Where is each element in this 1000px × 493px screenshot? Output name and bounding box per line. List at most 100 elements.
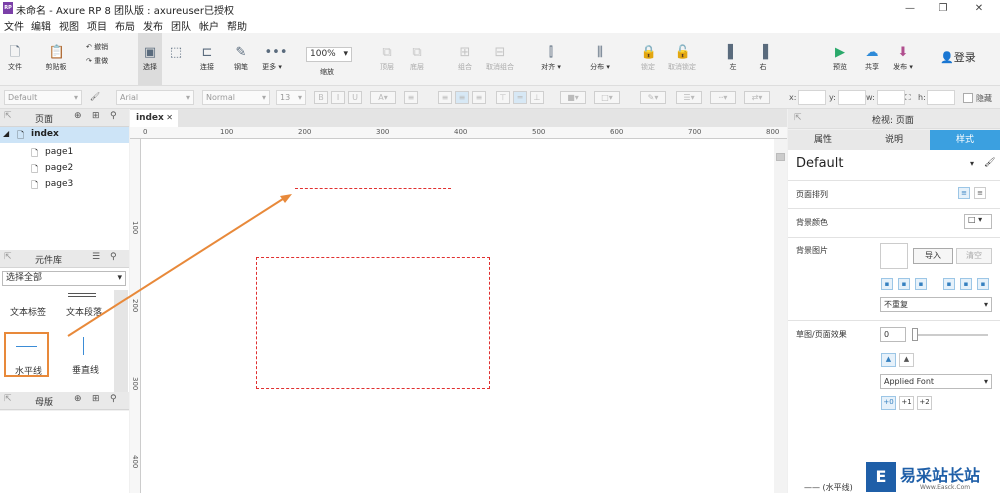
color-mode-icon[interactable]: ▲: [881, 353, 896, 367]
search-icon[interactable]: ⚲: [110, 111, 117, 121]
underline-button[interactable]: U: [348, 91, 362, 104]
bottom-layer-button[interactable]: ⧉ 底层: [404, 33, 430, 85]
line-width-button[interactable]: ☰▾: [676, 91, 702, 104]
collapse-icon[interactable]: ⇱: [4, 252, 12, 262]
tab-style[interactable]: 样式: [930, 130, 1000, 150]
page-item[interactable]: 🗋 page2: [0, 160, 129, 176]
valign-bottom-button[interactable]: ⊥: [530, 91, 544, 104]
ungroup-button[interactable]: ⊟ 取消组合: [480, 33, 520, 85]
design-canvas[interactable]: [141, 139, 774, 493]
search-icon[interactable]: ⚲: [110, 394, 117, 404]
add-folder-icon[interactable]: ⊞: [92, 394, 100, 404]
font-step-0-button[interactable]: +0: [881, 396, 896, 410]
select-button[interactable]: ▣ 选择: [138, 33, 162, 85]
page-item-index[interactable]: ◢ 🗋 index: [0, 127, 129, 143]
restore-button[interactable]: ❐: [928, 1, 958, 16]
clear-button[interactable]: 清空: [956, 248, 992, 264]
bg-valign-middle-icon[interactable]: ▪: [960, 278, 972, 290]
add-master-icon[interactable]: ⊕: [74, 394, 82, 404]
horizontal-line-shape[interactable]: [295, 188, 451, 189]
x-input[interactable]: [798, 90, 826, 105]
font-color-button[interactable]: A▾: [370, 91, 396, 104]
line-style-button[interactable]: ┄▾: [710, 91, 736, 104]
undo-button[interactable]: ↶ 撤销: [86, 42, 108, 52]
widgets-scrollbar[interactable]: [114, 290, 128, 392]
menu-project[interactable]: 项目: [87, 18, 107, 33]
menu-edit[interactable]: 编辑: [31, 18, 51, 33]
menu-publish[interactable]: 发布: [143, 18, 163, 33]
widget-text-label[interactable]: 文本标签: [10, 305, 46, 318]
menu-file[interactable]: 文件: [4, 18, 24, 33]
font-step-2-button[interactable]: +2: [917, 396, 932, 410]
widget-horizontal-line[interactable]: 水平线: [4, 332, 49, 377]
share-button[interactable]: ☁ 共享: [860, 33, 884, 85]
align-center-button[interactable]: ≡: [455, 91, 469, 104]
bg-valign-top-icon[interactable]: ▪: [943, 278, 955, 290]
menu-icon[interactable]: ☰: [92, 252, 100, 262]
menu-help[interactable]: 帮助: [227, 18, 247, 33]
menu-team[interactable]: 团队: [171, 18, 191, 33]
scroll-thumb[interactable]: [776, 153, 785, 161]
tab-notes[interactable]: 说明: [859, 130, 929, 150]
pen-button[interactable]: ✎ 钢笔: [228, 33, 254, 85]
more-button[interactable]: ••• 更多 ▾: [258, 33, 287, 85]
shadow-button[interactable]: □▾: [594, 91, 620, 104]
file-button[interactable]: 🗋 文件: [4, 33, 26, 85]
font-step-1-button[interactable]: +1: [899, 396, 914, 410]
bold-button[interactable]: B: [314, 91, 328, 104]
group-button[interactable]: ⊞ 组合: [452, 33, 478, 85]
minimize-button[interactable]: —: [895, 1, 925, 16]
collapse-icon[interactable]: ⇱: [4, 111, 12, 121]
align-button[interactable]: ⫿ 对齐 ▾: [538, 33, 564, 85]
collapse-icon[interactable]: ⇱: [794, 113, 802, 123]
bg-valign-bottom-icon[interactable]: ▪: [977, 278, 989, 290]
unlock-button[interactable]: 🔓 取消锁定: [664, 33, 700, 85]
menu-account[interactable]: 帐户: [199, 18, 219, 33]
style-edit-icon[interactable]: 🖌: [984, 158, 995, 168]
search-icon[interactable]: ⚲: [110, 252, 117, 262]
rectangle-shape[interactable]: [256, 257, 490, 389]
tab-properties[interactable]: 属性: [788, 130, 858, 150]
tab-index[interactable]: index ✕: [130, 110, 178, 127]
font-size-select[interactable]: 13: [276, 90, 306, 105]
sketch-input[interactable]: 0: [880, 327, 906, 342]
chevron-down-icon[interactable]: ▾: [970, 159, 974, 168]
font-select[interactable]: Arial: [116, 90, 194, 105]
preview-button[interactable]: ▶ 预览: [828, 33, 852, 85]
right-panel-button[interactable]: ▐ 右: [752, 33, 774, 85]
close-tab-icon[interactable]: ✕: [166, 110, 173, 126]
bg-align-left-icon[interactable]: ▪: [881, 278, 893, 290]
sketch-slider-track[interactable]: [912, 334, 988, 336]
repeat-select[interactable]: 不重复 ▾: [880, 297, 992, 312]
valign-middle-button[interactable]: ═: [513, 91, 527, 104]
w-input[interactable]: [877, 90, 905, 105]
lock-button[interactable]: 🔒 锁定: [636, 33, 660, 85]
bg-align-right-icon[interactable]: ▪: [915, 278, 927, 290]
page-item[interactable]: 🗋 page3: [0, 176, 129, 192]
h-input[interactable]: [927, 90, 955, 105]
align-left-button[interactable]: ≡: [438, 91, 452, 104]
fill-color-button[interactable]: ■▾: [560, 91, 586, 104]
font-select[interactable]: Applied Font ▾: [880, 374, 992, 389]
canvas-scrollbar[interactable]: [774, 139, 787, 493]
collapse-icon[interactable]: ⇱: [4, 394, 12, 404]
distribute-button[interactable]: ⫼ 分布 ▾: [586, 33, 614, 85]
widget-vertical-line[interactable]: 垂直线: [72, 363, 99, 376]
align-right-button[interactable]: ≡: [472, 91, 486, 104]
left-panel-button[interactable]: ▌ 左: [722, 33, 744, 85]
weight-select[interactable]: Normal: [202, 90, 270, 105]
zoom-select[interactable]: 100% ▾: [306, 47, 352, 62]
login-button[interactable]: 👤登录: [940, 49, 976, 65]
line-color-button[interactable]: ✎▾: [640, 91, 666, 104]
y-input[interactable]: [838, 90, 866, 105]
align-left-page-icon[interactable]: ≡: [958, 187, 970, 199]
valign-top-button[interactable]: ⊤: [496, 91, 510, 104]
sketch-slider-handle[interactable]: [912, 328, 918, 341]
grayscale-mode-icon[interactable]: ▲: [899, 353, 914, 367]
menu-view[interactable]: 视图: [59, 18, 79, 33]
widget-library-select[interactable]: 选择全部 ▾: [2, 271, 126, 286]
import-button[interactable]: 导入: [913, 248, 953, 264]
arrow-style-button[interactable]: ⇄▾: [744, 91, 770, 104]
style-select[interactable]: Default: [4, 90, 82, 105]
bg-align-center-icon[interactable]: ▪: [898, 278, 910, 290]
